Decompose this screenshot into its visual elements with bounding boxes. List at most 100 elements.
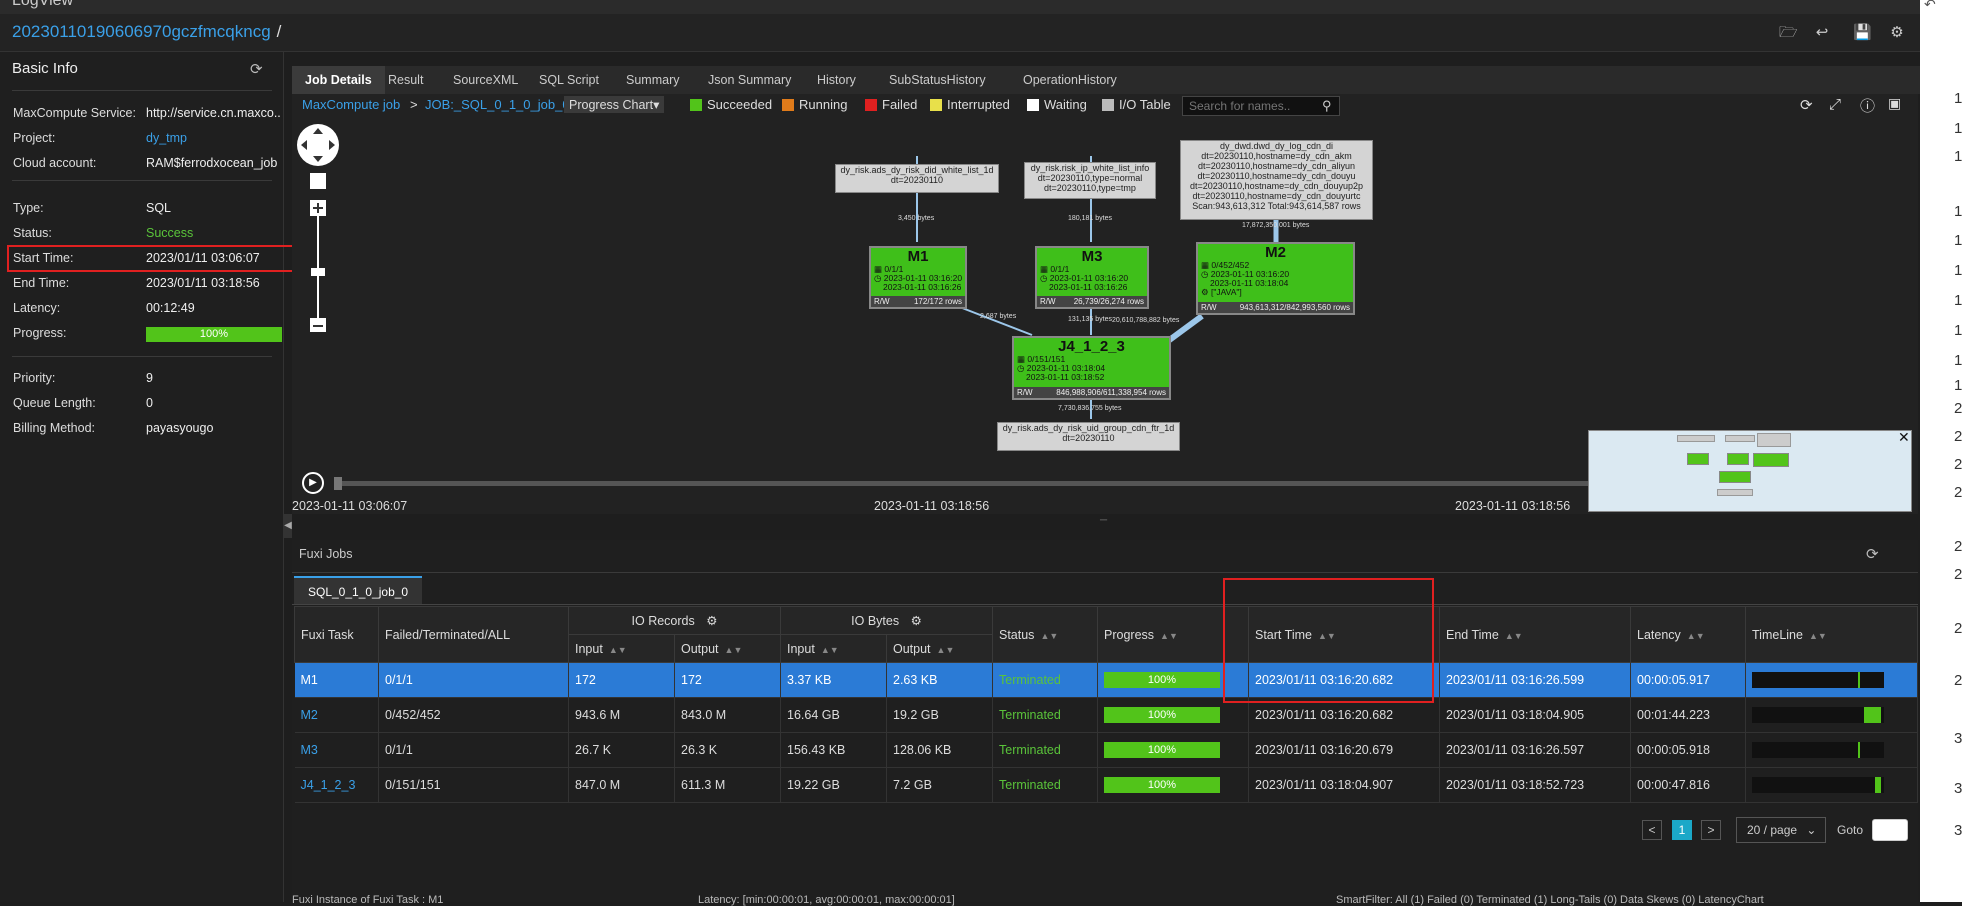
line-number: 1 — [1954, 377, 1962, 394]
col-bytes-input[interactable]: Input ▲▼ — [780, 634, 887, 663]
next-page-button[interactable]: > — [1701, 820, 1721, 840]
sort-icon[interactable]: ▲▼ — [1160, 631, 1178, 641]
table-row[interactable]: M3 0/1/1 26.7 K 26.3 K 156.43 KB 128.06 … — [294, 732, 1918, 768]
collapse-panel-icon[interactable]: ◀ — [284, 514, 292, 538]
tab-result[interactable]: Result — [375, 66, 436, 94]
tab-operationhistory[interactable]: OperationHistory — [1010, 66, 1130, 94]
basic-info-panel: Basic Info ⟳ MaxCompute Service: http://… — [0, 52, 307, 902]
resize-handle[interactable]: ─ — [1100, 515, 1107, 526]
chevron-down-icon: ⌄ — [1806, 823, 1817, 837]
io-table-node[interactable]: dy_risk.ads_dy_risk_did_white_list_1d dt… — [835, 164, 999, 193]
smart-filter[interactable]: SmartFilter: All (1) Failed (0) Terminat… — [1336, 894, 1764, 906]
sort-icon[interactable]: ▲▼ — [1505, 631, 1523, 641]
queue-length-label: Queue Length: — [13, 396, 96, 410]
job-id-link[interactable]: 20230110190606970gczfmcqkncg — [12, 22, 271, 41]
tab-sql-job[interactable]: SQL_0_1_0_job_0 — [294, 576, 423, 604]
col-end-time[interactable]: End Time ▲▼ — [1439, 606, 1631, 663]
folder-open-icon[interactable]: 🗁 — [1779, 24, 1798, 42]
task-link[interactable]: M2 — [301, 708, 318, 722]
tab-history[interactable]: History — [804, 66, 869, 94]
task-node-m2[interactable]: M2 ▦ 0/452/452 ◷ 2023-01-11 03:16:20 202… — [1196, 242, 1355, 315]
divider — [12, 356, 272, 357]
progress-label: Progress: — [13, 326, 67, 340]
tab-summary[interactable]: Summary — [613, 66, 692, 94]
sort-icon[interactable]: ▲▼ — [609, 645, 627, 655]
progress-bar: 100% — [1104, 707, 1220, 723]
table-row[interactable]: J4_1_2_3 0/151/151 847.0 M 611.3 M 19.22… — [294, 767, 1918, 803]
project-link[interactable]: dy_tmp — [146, 131, 280, 145]
prev-page-button[interactable]: < — [1642, 820, 1662, 840]
col-latency[interactable]: Latency ▲▼ — [1630, 606, 1746, 663]
task-node-j4[interactable]: J4_1_2_3 ▦ 0/151/151 ◷ 2023-01-11 03:18:… — [1012, 336, 1171, 400]
col-records-input[interactable]: Input ▲▼ — [568, 634, 675, 663]
line-number: 2 — [1954, 484, 1962, 501]
table-row[interactable]: M1 0/1/1 172 172 3.37 KB 2.63 KB Termina… — [294, 662, 1918, 698]
service-label: MaxCompute Service: — [13, 106, 136, 120]
col-io-bytes: IO Bytes ⚙ — [780, 606, 993, 635]
task-link[interactable]: J4_1_2_3 — [301, 778, 356, 792]
sort-icon[interactable]: ▲▼ — [725, 645, 743, 655]
timeline-end: 2023-01-11 03:18:56 — [1455, 499, 1571, 513]
node-footer: R/W 172/172 rows — [871, 296, 965, 307]
line-number: 3 — [1954, 822, 1962, 839]
sort-icon[interactable]: ▲▼ — [937, 645, 955, 655]
minimap-node — [1757, 433, 1791, 447]
playback-handle[interactable] — [334, 477, 342, 490]
tab-json-summary[interactable]: Json Summary — [695, 66, 804, 94]
line-number: 1 — [1954, 120, 1962, 137]
io-table-node[interactable]: dy_risk.ads_dy_risk_uid_group_cdn_ftr_1d… — [997, 422, 1180, 451]
task-link[interactable]: M3 — [301, 743, 318, 757]
settings-icon[interactable]: ⚙ — [911, 614, 922, 628]
basic-info-title: Basic Info — [12, 60, 78, 77]
tab-substatushistory[interactable]: SubStatusHistory — [876, 66, 999, 94]
tab-sql-script[interactable]: SQL Script — [526, 66, 612, 94]
task-node-m3[interactable]: M3 ▦ 0/1/1 ◷ 2023-01-11 03:16:20 2023-01… — [1035, 246, 1149, 309]
col-status[interactable]: Status ▲▼ — [992, 606, 1098, 663]
end-time-value: 2023/01/11 03:18:56 — [146, 276, 260, 290]
col-records-output[interactable]: Output ▲▼ — [674, 634, 781, 663]
timeline-bar[interactable] — [1752, 672, 1884, 688]
sort-icon[interactable]: ▲▼ — [1687, 631, 1705, 641]
timeline-bar[interactable] — [1752, 777, 1884, 793]
refresh-icon[interactable]: ⟳ — [250, 60, 263, 78]
tab-job-details[interactable]: Job Details — [292, 66, 385, 94]
close-icon[interactable]: ✕ — [1898, 429, 1910, 446]
divider — [292, 604, 1918, 605]
start-time-column-highlight — [1223, 578, 1434, 703]
settings-icon[interactable]: ⚙ — [706, 614, 717, 628]
col-timeline[interactable]: TimeLine ▲▼ — [1745, 606, 1918, 663]
bytes-input-cell: 156.43 KB — [780, 732, 887, 768]
minimap-node — [1719, 471, 1751, 483]
gear-icon[interactable]: ⚙ — [1888, 24, 1906, 42]
minimap[interactable] — [1588, 430, 1912, 512]
minimap-node — [1687, 453, 1709, 465]
task-node-m1[interactable]: M1 ▦ 0/1/1 ◷ 2023-01-11 03:16:20 2023-01… — [869, 246, 967, 309]
col-fuxi-task: Fuxi Task — [294, 606, 379, 663]
table-row[interactable]: M2 0/452/452 943.6 M 843.0 M 16.64 GB 19… — [294, 697, 1918, 733]
progress-bar: 100% — [1104, 672, 1220, 688]
divider — [292, 572, 1918, 573]
rw-label: R/W — [1201, 303, 1217, 312]
save-icon[interactable]: 💾 — [1853, 24, 1872, 42]
col-bytes-output[interactable]: Output ▲▼ — [886, 634, 993, 663]
exit-icon[interactable]: ↩ — [1813, 24, 1831, 42]
sort-icon[interactable]: ▲▼ — [1040, 631, 1058, 641]
task-link[interactable]: M1 — [301, 673, 318, 687]
refresh-icon[interactable]: ⟳ — [1866, 545, 1879, 563]
timeline-bar[interactable] — [1752, 707, 1884, 723]
goto-page-input[interactable] — [1872, 819, 1908, 841]
tab-sourcexml[interactable]: SourceXML — [440, 66, 531, 94]
timeline-segment — [1874, 777, 1882, 793]
io-table-node[interactable]: dy_dwd.dwd_dy_log_cdn_di dt=20230110,hos… — [1180, 140, 1373, 220]
play-icon[interactable]: ▶ — [302, 472, 324, 494]
fuxi-instance-title: Fuxi Instance of Fuxi Task : M1 — [292, 894, 444, 906]
io-table-node[interactable]: dy_risk.risk_ip_white_list_info dt=20230… — [1024, 162, 1156, 199]
records-input-cell: 26.7 K — [568, 732, 675, 768]
page-size-select[interactable]: 20 / page ⌄ — [1736, 817, 1826, 843]
sort-icon[interactable]: ▲▼ — [821, 645, 839, 655]
undo-icon[interactable]: ↶ — [1924, 0, 1936, 13]
page-1-button[interactable]: 1 — [1672, 820, 1692, 840]
start-time-cell: 2023/01/11 03:18:04.907 — [1248, 767, 1440, 803]
timeline-bar[interactable] — [1752, 742, 1884, 758]
sort-icon[interactable]: ▲▼ — [1809, 631, 1827, 641]
